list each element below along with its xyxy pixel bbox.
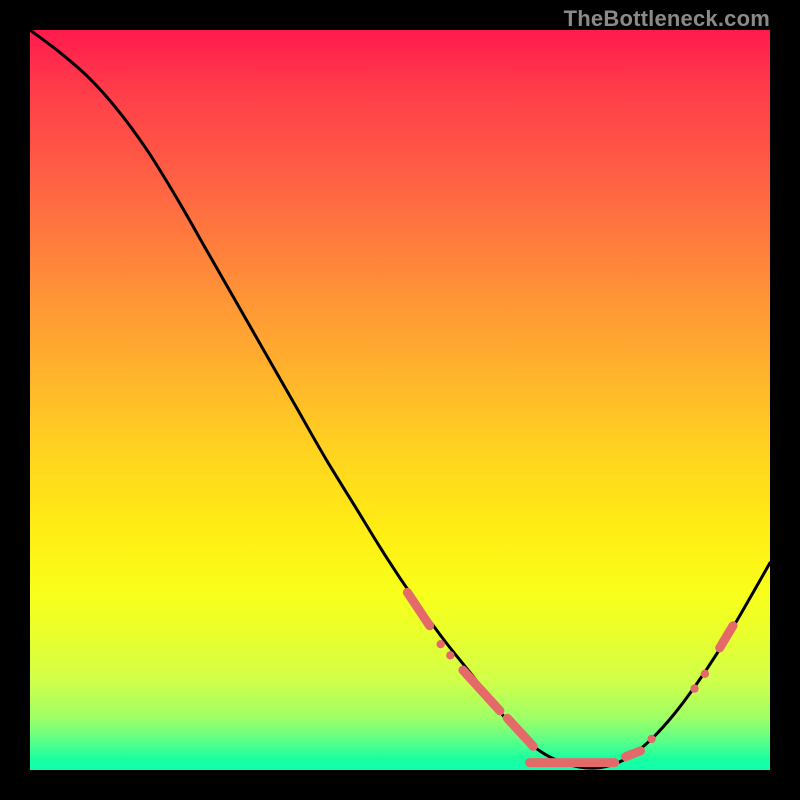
- curve-marker-segment: [463, 670, 500, 711]
- curve-marker-segment: [507, 718, 533, 746]
- curve-marker-dot: [647, 735, 655, 743]
- curve-marker-segment: [407, 592, 429, 625]
- bottleneck-curve: [30, 30, 770, 768]
- curve-marker-dot: [610, 758, 618, 766]
- curve-marker-dot: [690, 684, 698, 692]
- chart-overlay: [30, 30, 770, 770]
- chart-canvas: TheBottleneck.com: [0, 0, 800, 800]
- curve-markers: [407, 592, 733, 766]
- watermark-text: TheBottleneck.com: [564, 6, 770, 32]
- curve-marker-dot: [701, 670, 709, 678]
- curve-marker-segment: [626, 751, 641, 757]
- curve-marker-segment: [720, 626, 733, 648]
- curve-marker-dot: [437, 640, 445, 648]
- curve-marker-dot: [446, 651, 454, 659]
